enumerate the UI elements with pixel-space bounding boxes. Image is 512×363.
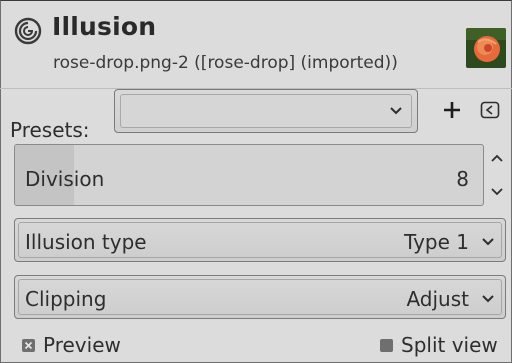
checkbox-unchecked-icon [380,338,393,352]
division-value[interactable]: 8 [456,167,469,191]
chevron-down-icon [482,238,494,246]
chevron-down-icon [491,188,503,196]
dialog-title: Illusion [52,12,157,41]
gimp-swirl-icon [14,17,42,45]
clipping-label: Clipping [25,287,107,311]
illusion-type-value: Type 1 [403,230,469,254]
clipping-value: Adjust [406,287,469,311]
split-view-checkbox[interactable]: Split view [380,333,498,357]
reset-icon[interactable] [480,101,500,119]
split-view-label: Split view [401,333,498,357]
preview-label: Preview [43,333,121,357]
presets-label: Presets: [10,118,90,142]
chevron-up-icon [491,154,503,162]
image-subtitle: rose-drop.png-2 ([rose-drop] (imported)) [53,53,398,73]
division-spinscale[interactable]: Division 8 [14,144,484,206]
chevron-down-icon [390,107,402,115]
illusion-type-dropdown[interactable]: Illusion type Type 1 [14,218,506,262]
plus-icon[interactable] [442,100,462,120]
illusion-type-label: Illusion type [25,230,147,254]
dialog-header: Illusion rose-drop.png-2 ([rose-drop] (i… [0,0,512,86]
clipping-dropdown[interactable]: Clipping Adjust [14,275,506,319]
division-stepper[interactable] [486,144,508,206]
preview-checkbox[interactable]: Preview [22,333,121,357]
presets-combo[interactable] [114,89,418,133]
chevron-down-icon [482,295,494,303]
division-label: Division [25,167,105,191]
image-thumbnail [466,28,506,68]
checkbox-checked-icon [22,338,35,352]
